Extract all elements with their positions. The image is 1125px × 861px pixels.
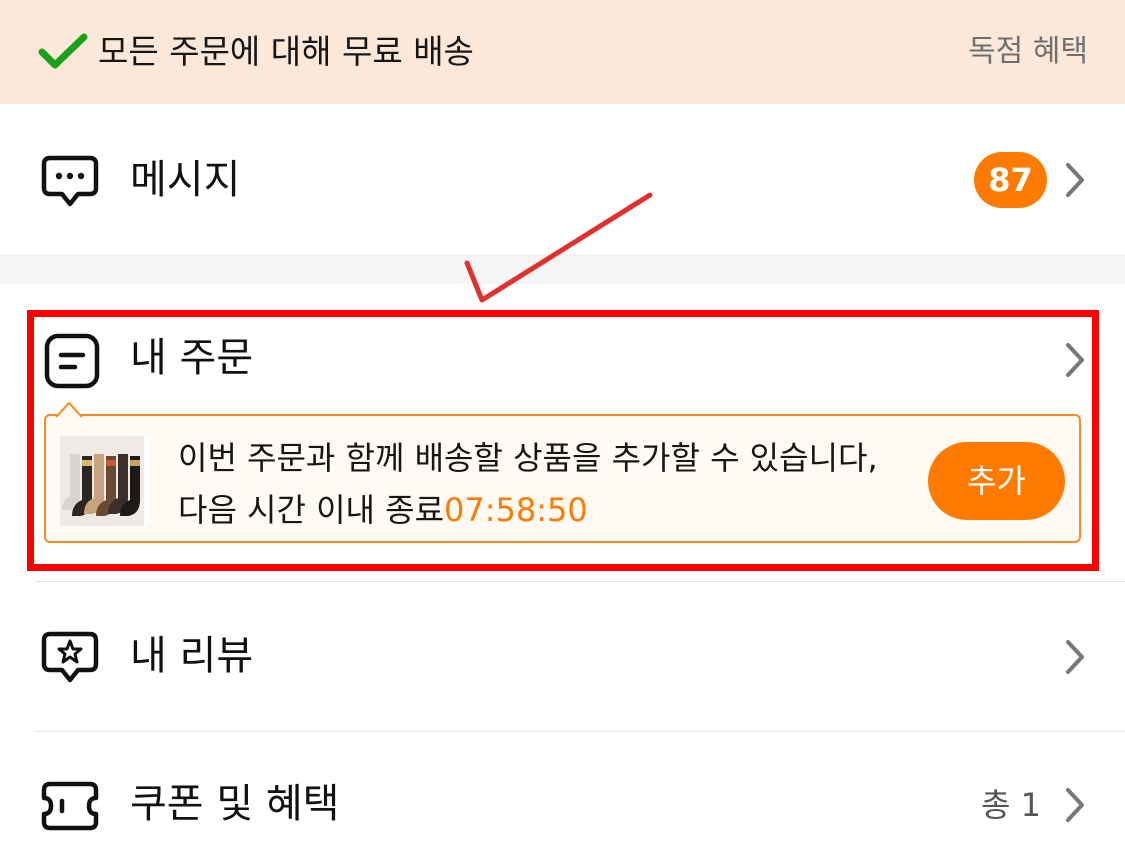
chevron-right-icon [1066,640,1084,674]
coupons-label: 쿠폰 및 혜택 [130,781,340,827]
callout-pointer [55,401,83,418]
coupon-total: 총 1 [981,786,1041,824]
section-gap [0,254,1125,284]
exclusive-benefits-link[interactable]: 독점 혜택 [968,32,1088,72]
annotation-check-mark [464,192,653,303]
chevron-right-icon [1066,788,1084,822]
my-orders-label: 내 주문 [130,335,254,381]
banner-text: 모든 주문에 대해 무료 배송 [98,32,474,71]
product-thumbnail[interactable] [60,436,150,526]
free-shipping-banner[interactable]: 모든 주문에 대해 무료 배송 독점 혜택 [0,0,1125,104]
row-divider [35,731,1125,732]
chevron-right-icon [1066,163,1084,197]
countdown-timer: 07:58:50 [444,491,588,529]
messages-label: 메시지 [130,157,241,203]
star-bubble-icon [41,631,99,683]
ticket-icon [41,781,99,831]
chat-bubble-icon [41,155,99,207]
unread-count-badge: 87 [974,152,1047,208]
my-reviews-label: 내 리뷰 [130,633,254,679]
add-items-button[interactable]: 추가 [928,442,1065,520]
order-list-icon [44,333,100,389]
chevron-right-icon [1066,343,1084,377]
add-items-message: 이번 주문과 함께 배송할 상품을 추가할 수 있습니다, 다음 시간 이내 종… [178,439,878,529]
row-divider [35,581,1125,582]
check-icon [38,33,88,69]
socks-image [60,436,150,526]
